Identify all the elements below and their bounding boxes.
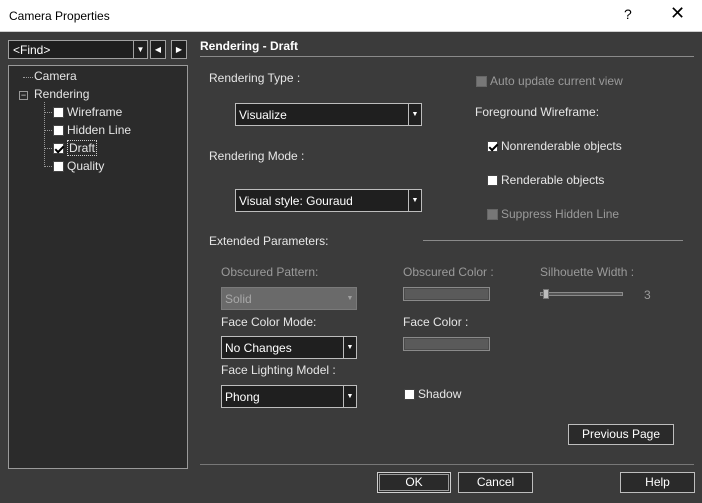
find-value: <Find> (13, 43, 51, 57)
face-lighting-value: Phong (225, 390, 260, 404)
tree-item-label: Quality (67, 159, 105, 173)
face-lighting-label: Face Lighting Model : (221, 363, 336, 377)
slider-handle[interactable] (543, 289, 549, 299)
tree-item-wireframe[interactable]: Wireframe (53, 105, 122, 119)
face-color-label: Face Color : (403, 315, 469, 329)
rendering-mode-label: Rendering Mode : (209, 149, 305, 163)
tree-item-label: Draft (67, 140, 98, 156)
face-color-mode-label: Face Color Mode: (221, 315, 317, 329)
silhouette-width-slider[interactable] (540, 292, 623, 296)
shadow-option[interactable]: Shadow (404, 387, 461, 401)
divider (200, 464, 694, 465)
silhouette-width-value: 3 (644, 288, 651, 302)
auto-update-checkbox[interactable] (476, 76, 487, 87)
tree-connector (44, 148, 52, 149)
tree-item-rendering[interactable]: Rendering (34, 87, 89, 101)
chevron-down-icon[interactable]: ▼ (343, 386, 356, 407)
renderable-label: Renderable objects (501, 173, 605, 187)
extended-parameters-label: Extended Parameters: (209, 234, 329, 248)
previous-page-button[interactable]: Previous Page (568, 424, 674, 445)
navigation-tree[interactable]: Camera − Rendering Wireframe Hidden Line… (8, 65, 188, 469)
renderable-checkbox[interactable] (487, 175, 498, 186)
chevron-down-icon[interactable]: ▼ (343, 288, 356, 309)
tree-item-label: Hidden Line (67, 123, 132, 137)
tree-item-label: Wireframe (67, 105, 123, 119)
tree-item-hidden-line[interactable]: Hidden Line (53, 123, 131, 137)
nonrenderable-option[interactable]: Nonrenderable objects (487, 139, 622, 153)
face-lighting-select[interactable]: Phong ▼ (221, 385, 357, 408)
nonrenderable-checkbox[interactable] (487, 141, 498, 152)
chevron-down-icon[interactable]: ▼ (133, 41, 147, 58)
draft-checkbox[interactable] (53, 143, 64, 154)
face-color-mode-select[interactable]: No Changes ▼ (221, 336, 357, 359)
obscured-pattern-select[interactable]: Solid ▼ (221, 287, 357, 310)
rendering-type-value: Visualize (239, 108, 287, 122)
arrow-left-icon: ◀ (154, 45, 162, 54)
renderable-option[interactable]: Renderable objects (487, 173, 604, 187)
wireframe-checkbox[interactable] (53, 107, 64, 118)
close-icon[interactable]: ✕ (670, 3, 685, 24)
tree-item-label: Camera (34, 69, 77, 83)
nav-forward-button[interactable]: ▶ (171, 40, 187, 59)
hidden-line-checkbox[interactable] (53, 125, 64, 136)
suppress-hidden-line-checkbox[interactable] (487, 209, 498, 220)
page-title: Rendering - Draft (200, 39, 299, 53)
tree-connector (44, 166, 52, 167)
quality-checkbox[interactable] (53, 161, 64, 172)
obscured-color-swatch[interactable] (403, 287, 490, 301)
help-button[interactable]: Help (620, 472, 695, 493)
face-color-mode-value: No Changes (225, 341, 292, 355)
auto-update-option[interactable]: Auto update current view (476, 74, 623, 88)
collapse-icon[interactable]: − (19, 91, 28, 100)
window-title: Camera Properties (9, 9, 110, 23)
auto-update-label: Auto update current view (490, 74, 623, 88)
title-bar: Camera Properties ? ✕ (0, 0, 702, 32)
tree-item-quality[interactable]: Quality (53, 159, 104, 173)
tree-connector (23, 77, 33, 78)
rendering-type-label: Rendering Type : (209, 71, 301, 85)
shadow-checkbox[interactable] (404, 389, 415, 400)
shadow-label: Shadow (418, 387, 462, 401)
cancel-button[interactable]: Cancel (458, 472, 533, 493)
ok-button[interactable]: OK (377, 472, 451, 493)
tree-item-label: Rendering (34, 87, 90, 101)
obscured-color-label: Obscured Color : (403, 265, 494, 279)
suppress-hidden-line-label: Suppress Hidden Line (501, 207, 620, 221)
help-icon[interactable]: ? (624, 6, 632, 22)
tree-connector (44, 112, 52, 113)
face-color-swatch[interactable] (403, 337, 490, 351)
chevron-down-icon[interactable]: ▼ (408, 104, 421, 125)
rendering-type-select[interactable]: Visualize ▼ (235, 103, 422, 126)
foreground-wireframe-label: Foreground Wireframe: (475, 105, 600, 119)
rendering-mode-select[interactable]: Visual style: Gouraud ▼ (235, 189, 422, 212)
tree-connector (44, 130, 52, 131)
chevron-down-icon[interactable]: ▼ (343, 337, 356, 358)
nonrenderable-label: Nonrenderable objects (501, 139, 622, 153)
nav-back-button[interactable]: ◀ (150, 40, 166, 59)
arrow-right-icon: ▶ (175, 45, 183, 54)
obscured-pattern-label: Obscured Pattern: (221, 265, 319, 279)
silhouette-width-label: Silhouette Width : (540, 265, 635, 279)
divider (200, 56, 694, 57)
chevron-down-icon[interactable]: ▼ (408, 190, 421, 211)
find-combo[interactable]: <Find> ▼ (8, 40, 148, 59)
obscured-pattern-value: Solid (225, 292, 252, 306)
rendering-mode-value: Visual style: Gouraud (239, 194, 353, 208)
tree-item-draft[interactable]: Draft (53, 140, 98, 156)
suppress-hidden-line-option[interactable]: Suppress Hidden Line (487, 207, 619, 221)
tree-item-camera[interactable]: Camera (34, 69, 77, 83)
divider (423, 240, 683, 241)
